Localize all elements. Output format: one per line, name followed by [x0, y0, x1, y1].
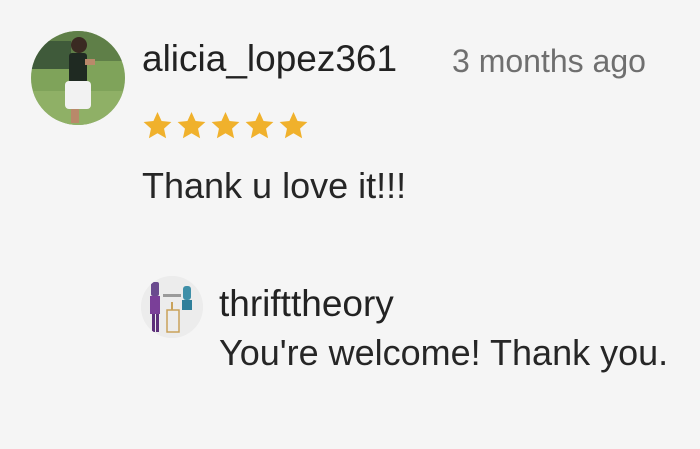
review-timestamp: 3 months ago — [452, 43, 646, 79]
shop-logo — [141, 276, 203, 338]
star-icon — [177, 111, 206, 139]
star-icon — [211, 111, 240, 139]
review-card: alicia_lopez361 3 months ago Thank u lov… — [0, 0, 700, 449]
reviewer-avatar[interactable] — [31, 31, 125, 125]
shop-avatar[interactable] — [141, 276, 203, 338]
reply-text: You're welcome! Thank you. — [219, 332, 669, 373]
star-icon — [245, 111, 274, 139]
review-text: Thank u love it!!! — [142, 165, 407, 206]
star-icon — [143, 111, 172, 139]
reviewer-username[interactable]: alicia_lopez361 — [142, 34, 397, 84]
shop-name[interactable]: thrifttheory — [219, 281, 394, 327]
star-rating — [141, 108, 310, 144]
reviewer-photo — [31, 31, 125, 125]
star-icon — [279, 111, 308, 139]
